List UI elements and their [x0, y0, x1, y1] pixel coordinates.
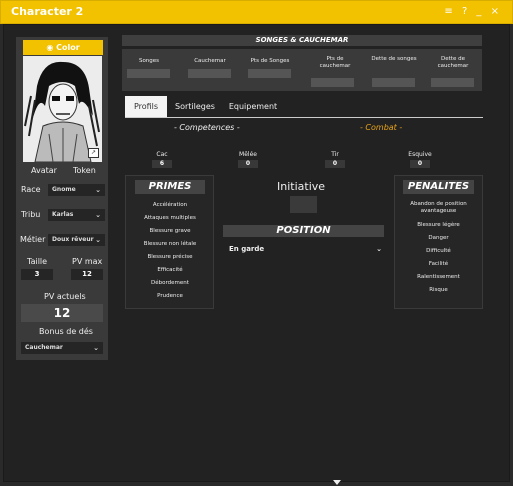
metier-select[interactable]: Doux rêveur ⌄ [48, 234, 105, 246]
cauchemar-field[interactable] [188, 69, 231, 78]
penalites-title: PENALITES [403, 180, 474, 194]
color-button[interactable]: ◉ Color [23, 40, 103, 55]
palette-icon: ◉ [46, 43, 57, 52]
tir-label: Tir [331, 151, 339, 158]
chevron-down-icon: ⌄ [95, 211, 101, 219]
primes-list: Accélération Attaques multiples Blessure… [130, 202, 210, 306]
list-item[interactable]: Débordement [130, 280, 210, 293]
list-item[interactable]: Abandon de position avantageuse [399, 201, 478, 222]
list-item[interactable]: Blessure légère [399, 222, 478, 235]
portrait-sketch [23, 56, 102, 162]
esquive-label: Esquive [408, 151, 432, 158]
pv-actuels-label: PV actuels [44, 292, 86, 301]
window-titlebar[interactable]: Character 2 ≡ ? _ × [0, 0, 513, 24]
chevron-down-icon: ⌄ [95, 236, 101, 244]
pts-cauchemar-label: Pts de cauchemar [319, 56, 351, 69]
tir-field[interactable]: 0 [325, 160, 345, 168]
taille-field[interactable]: 3 [21, 269, 53, 280]
songes-bar [122, 49, 482, 91]
dette-songes-field[interactable] [372, 78, 415, 87]
list-item[interactable]: Blessure non létale [130, 241, 210, 254]
cac-label: Cac [156, 151, 168, 158]
tab-divider [125, 117, 483, 118]
window-title: Character 2 [11, 5, 84, 18]
tab-equipement[interactable]: Equipement [227, 96, 279, 117]
window-controls[interactable]: ≡ ? _ × [444, 6, 502, 17]
tribu-select[interactable]: Karlas ⌄ [48, 209, 105, 221]
list-item[interactable]: Ralentissement [399, 274, 478, 287]
chevron-down-icon: ⌄ [93, 344, 99, 352]
taille-label: Taille [27, 257, 48, 266]
tab-sortileges[interactable]: Sortileges [172, 96, 218, 117]
position-select[interactable]: En garde ⌄ [229, 243, 384, 255]
pts-cauchemar-field[interactable] [311, 78, 354, 87]
combat-heading: - Combat - [360, 123, 403, 132]
cauchemar-label: Cauchemar [194, 58, 226, 64]
metier-label: Métier [20, 235, 46, 244]
tribu-label: Tribu [21, 210, 41, 219]
avatar-image[interactable] [23, 56, 102, 162]
list-item[interactable]: Difficulté [399, 248, 478, 261]
avatar-label: Avatar [31, 166, 57, 175]
list-item[interactable]: Blessure précise [130, 254, 210, 267]
list-item[interactable]: Accélération [130, 202, 210, 215]
primes-title: PRIMES [135, 180, 205, 194]
position-title: POSITION [223, 225, 384, 237]
bonus-select[interactable]: Cauchemar ⌄ [21, 342, 103, 354]
penalites-list: Abandon de position avantageuse Blessure… [399, 201, 478, 300]
chevron-down-icon: ⌄ [376, 245, 382, 253]
pts-songes-field[interactable] [248, 69, 291, 78]
songes-field[interactable] [127, 69, 170, 78]
dette-cauchemar-label: Dette de cauchemar [437, 56, 469, 69]
list-item[interactable]: Efficacité [130, 267, 210, 280]
pv-actuels-field[interactable]: 12 [21, 304, 103, 322]
melee-label: Mêlée [239, 151, 257, 158]
token-label: Token [73, 166, 96, 175]
pts-songes-label: Pts de Songes [250, 58, 290, 64]
initiative-field[interactable] [290, 196, 317, 213]
songes-label: Songes [138, 58, 160, 64]
esquive-field[interactable]: 0 [410, 160, 430, 168]
list-item[interactable]: Danger [399, 235, 478, 248]
bonus-label: Bonus de dés [39, 327, 93, 336]
dette-songes-label: Dette de songes [371, 56, 417, 62]
tab-profils[interactable]: Profils [125, 96, 167, 117]
chevron-down-icon: ⌄ [95, 186, 101, 194]
melee-field[interactable]: 0 [238, 160, 258, 168]
edit-icon[interactable]: ↗ [88, 148, 99, 158]
pvmax-label: PV max [72, 257, 103, 266]
list-item[interactable]: Risque [399, 287, 478, 300]
pvmax-field[interactable]: 12 [71, 269, 103, 280]
dette-cauchemar-field[interactable] [431, 78, 474, 87]
race-select[interactable]: Gnome ⌄ [48, 184, 105, 196]
list-item[interactable]: Attaques multiples [130, 215, 210, 228]
list-item[interactable]: Blessure grave [130, 228, 210, 241]
list-item[interactable]: Prudence [130, 293, 210, 306]
cac-field[interactable]: 6 [152, 160, 172, 168]
songes-header: SONGES & CAUCHEMAR [122, 35, 482, 46]
race-label: Race [21, 185, 41, 194]
resize-handle-icon[interactable] [333, 480, 341, 485]
initiative-label: Initiative [277, 180, 326, 193]
list-item[interactable]: Facilité [399, 261, 478, 274]
competences-heading: - Competences - [174, 123, 240, 132]
